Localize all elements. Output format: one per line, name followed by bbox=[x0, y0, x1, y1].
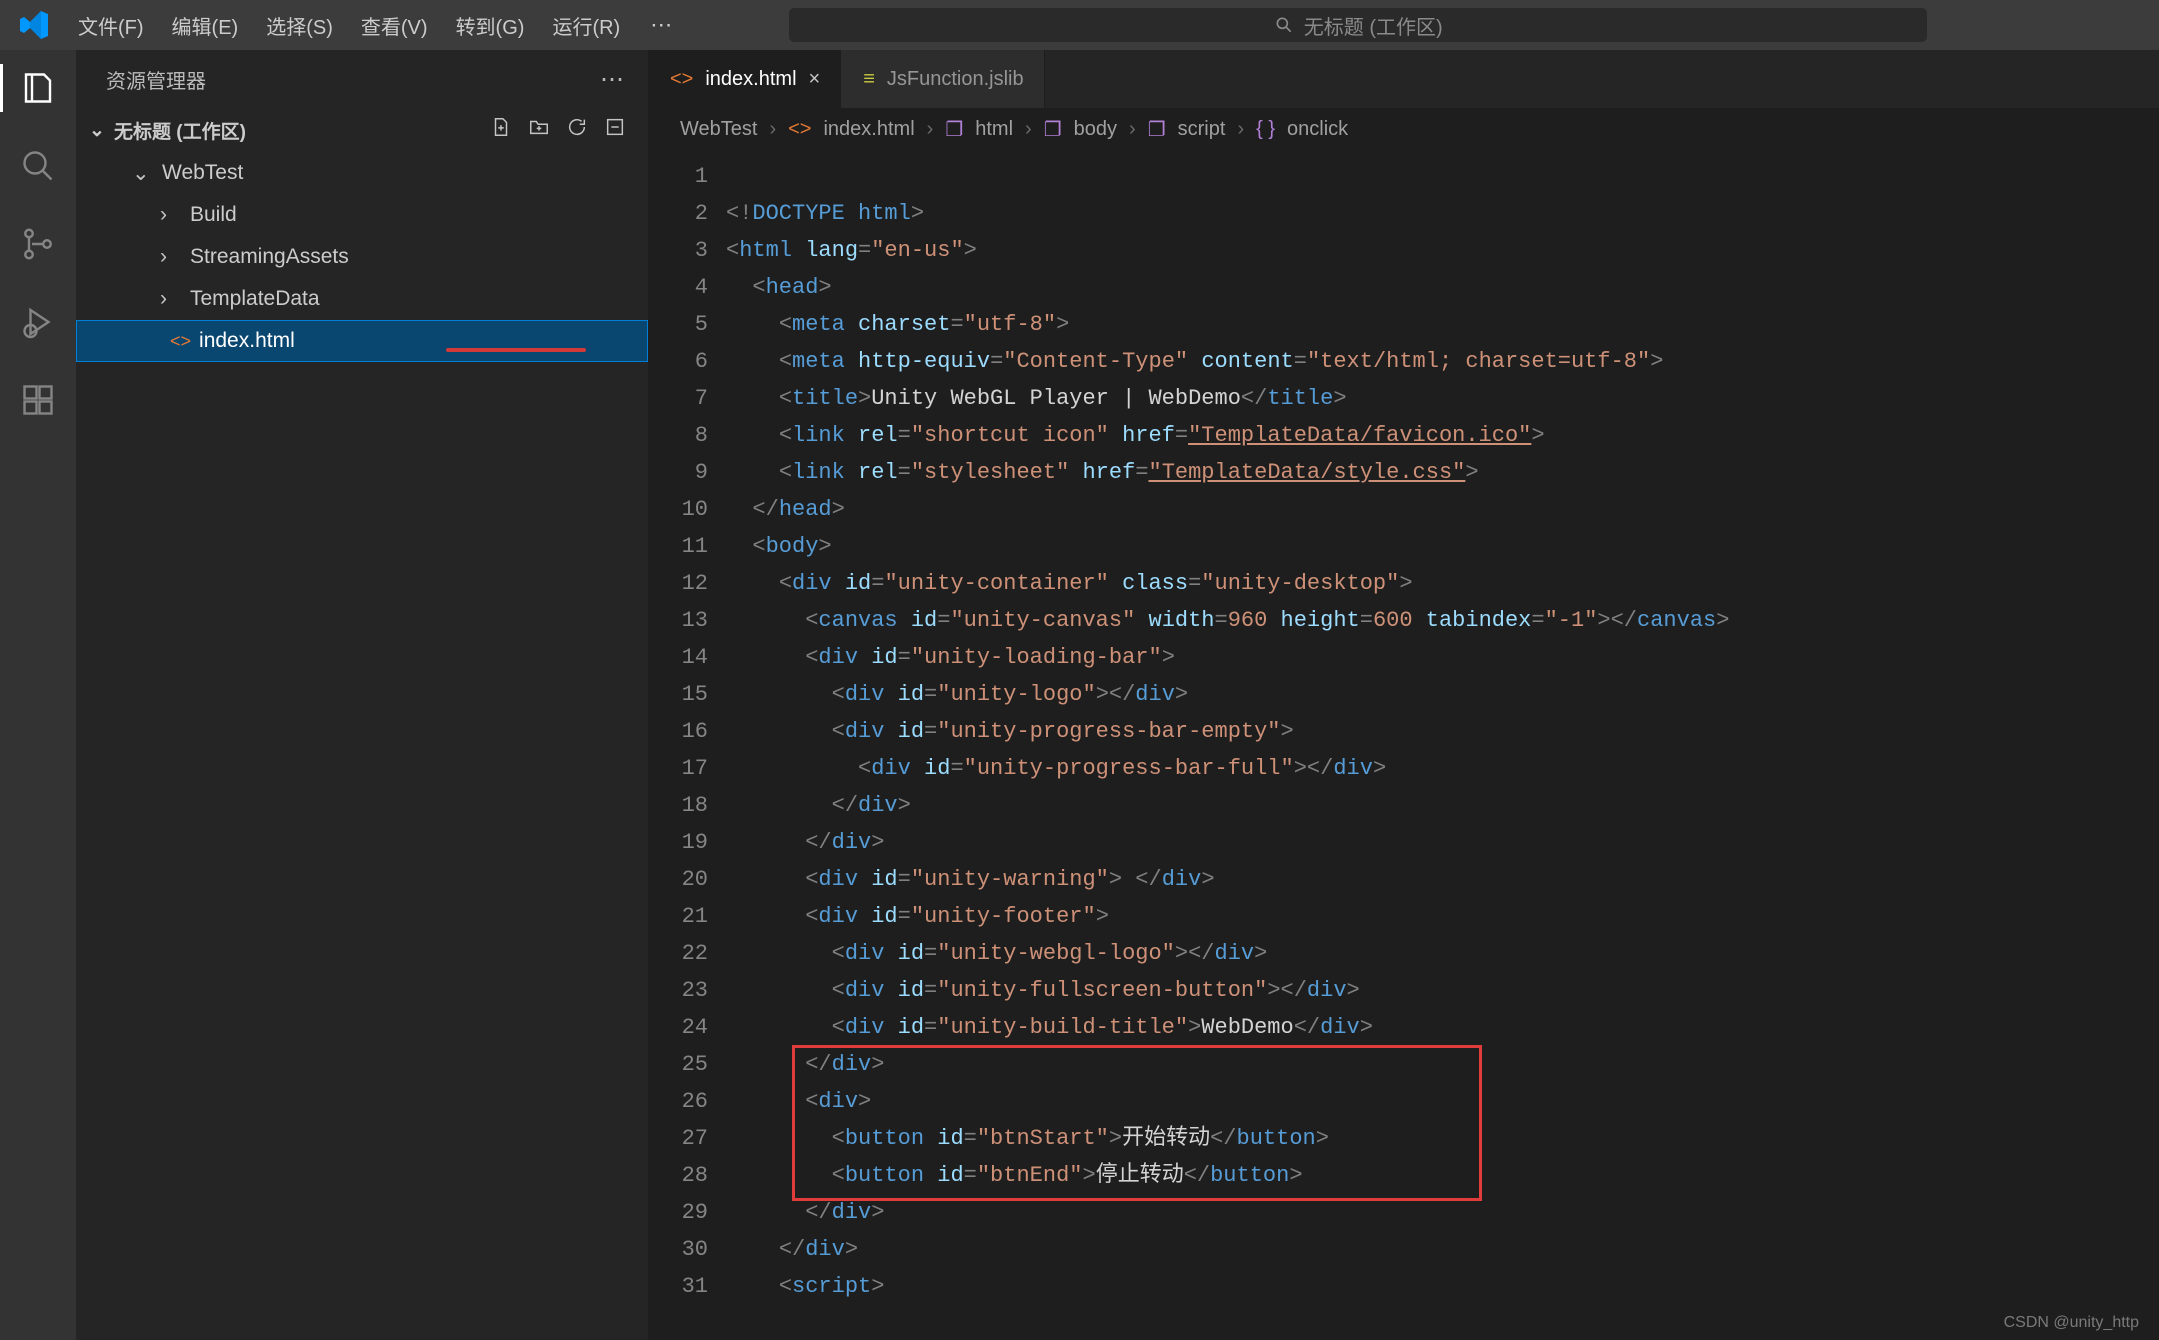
editor-tab-active[interactable]: <> index.html × bbox=[648, 50, 841, 108]
breadcrumb-item[interactable]: html bbox=[975, 118, 1013, 141]
file-tree: ⌄ WebTest › Build › StreamingAssets › Te… bbox=[76, 152, 648, 362]
menu-run[interactable]: 运行(R) bbox=[538, 5, 634, 46]
editor-area: <> index.html × ≡ JsFunction.jslib WebTe… bbox=[648, 50, 2159, 1340]
menu-selection[interactable]: 选择(S) bbox=[252, 5, 347, 46]
new-folder-icon[interactable] bbox=[528, 116, 550, 144]
js-file-icon: ≡ bbox=[863, 68, 875, 91]
html-file-icon: <> bbox=[670, 68, 693, 91]
symbol-icon: ❐ bbox=[1044, 117, 1062, 142]
command-center[interactable]: 无标题 (工作区) bbox=[788, 7, 1928, 43]
tree-file-selected[interactable]: <> index.html bbox=[76, 320, 648, 362]
breadcrumb-item[interactable]: script bbox=[1178, 118, 1226, 141]
explorer-sidebar: 资源管理器 ⋯ ⌄ 无标题 (工作区) ⌄ WebTest bbox=[76, 50, 648, 1340]
refresh-icon[interactable] bbox=[566, 116, 588, 144]
editor-tabbar: <> index.html × ≡ JsFunction.jslib bbox=[648, 50, 2159, 108]
watermark: CSDN @unity_http bbox=[2004, 1314, 2139, 1332]
symbol-icon: ❐ bbox=[1148, 117, 1166, 142]
menu-bar: 文件(F) 编辑(E) 选择(S) 查看(V) 转到(G) 运行(R) ⋯ bbox=[64, 5, 688, 46]
menu-view[interactable]: 查看(V) bbox=[347, 5, 442, 46]
workspace-title: 无标题 (工作区) bbox=[114, 117, 246, 144]
breadcrumb-item[interactable]: index.html bbox=[823, 118, 914, 141]
html-file-icon: <> bbox=[788, 118, 811, 141]
vscode-icon bbox=[18, 9, 50, 41]
search-text: 无标题 (工作区) bbox=[1304, 11, 1443, 40]
chevron-right-icon: › bbox=[927, 118, 934, 141]
tree-folder[interactable]: ⌄ WebTest bbox=[76, 152, 648, 194]
tree-label: WebTest bbox=[162, 161, 243, 185]
activity-extensions-icon[interactable] bbox=[14, 376, 62, 424]
breadcrumb-item[interactable]: onclick bbox=[1287, 118, 1348, 141]
symbol-icon: { } bbox=[1256, 118, 1275, 141]
tree-folder[interactable]: › StreamingAssets bbox=[76, 236, 648, 278]
menu-more-icon[interactable]: ⋯ bbox=[634, 8, 688, 42]
activity-explorer-icon[interactable] bbox=[14, 64, 62, 112]
tab-label: JsFunction.jslib bbox=[887, 68, 1024, 91]
chevron-right-icon: › bbox=[1237, 118, 1244, 141]
breadcrumb-item[interactable]: body bbox=[1074, 118, 1117, 141]
tree-folder[interactable]: › Build bbox=[76, 194, 648, 236]
breadcrumbs[interactable]: WebTest › <> index.html › ❐ html › ❐ bod… bbox=[648, 108, 2159, 152]
close-icon[interactable]: × bbox=[809, 68, 821, 91]
menu-go[interactable]: 转到(G) bbox=[442, 5, 539, 46]
line-gutter: 1234567891011121314151617181920212223242… bbox=[648, 152, 726, 1340]
new-file-icon[interactable] bbox=[490, 116, 512, 144]
sidebar-more-icon[interactable]: ⋯ bbox=[600, 65, 624, 94]
chevron-right-icon: › bbox=[1025, 118, 1032, 141]
tree-folder[interactable]: › TemplateData bbox=[76, 278, 648, 320]
annotation-underline bbox=[446, 348, 586, 352]
editor-tab[interactable]: ≡ JsFunction.jslib bbox=[841, 50, 1044, 108]
code-editor[interactable]: 1234567891011121314151617181920212223242… bbox=[648, 152, 2159, 1340]
symbol-icon: ❐ bbox=[945, 117, 963, 142]
chevron-down-icon: ⌄ bbox=[132, 161, 154, 186]
tree-label: index.html bbox=[199, 329, 295, 353]
sidebar-title: 资源管理器 bbox=[106, 65, 206, 94]
workspace-header[interactable]: ⌄ 无标题 (工作区) bbox=[76, 108, 648, 152]
collapse-icon[interactable] bbox=[604, 116, 626, 144]
tree-label: TemplateData bbox=[190, 287, 320, 311]
activity-debug-icon[interactable] bbox=[14, 298, 62, 346]
tree-label: StreamingAssets bbox=[190, 245, 349, 269]
activity-search-icon[interactable] bbox=[14, 142, 62, 190]
activity-git-icon[interactable] bbox=[14, 220, 62, 268]
activity-bar bbox=[0, 50, 76, 1340]
chevron-right-icon: › bbox=[769, 118, 776, 141]
tab-label: index.html bbox=[705, 68, 796, 91]
code-content[interactable]: <!DOCTYPE html> <html lang="en-us"> <hea… bbox=[726, 152, 2159, 1340]
titlebar: 文件(F) 编辑(E) 选择(S) 查看(V) 转到(G) 运行(R) ⋯ 无标… bbox=[0, 0, 2159, 50]
menu-file[interactable]: 文件(F) bbox=[64, 5, 158, 46]
tree-label: Build bbox=[190, 203, 237, 227]
chevron-right-icon: › bbox=[1129, 118, 1136, 141]
chevron-right-icon: › bbox=[160, 245, 182, 269]
menu-edit[interactable]: 编辑(E) bbox=[158, 5, 253, 46]
chevron-right-icon: › bbox=[160, 203, 182, 227]
search-icon bbox=[1274, 15, 1294, 35]
chevron-right-icon: › bbox=[160, 287, 182, 311]
chevron-down-icon: ⌄ bbox=[86, 119, 108, 142]
html-file-icon: <> bbox=[170, 331, 191, 352]
breadcrumb-item[interactable]: WebTest bbox=[680, 118, 757, 141]
